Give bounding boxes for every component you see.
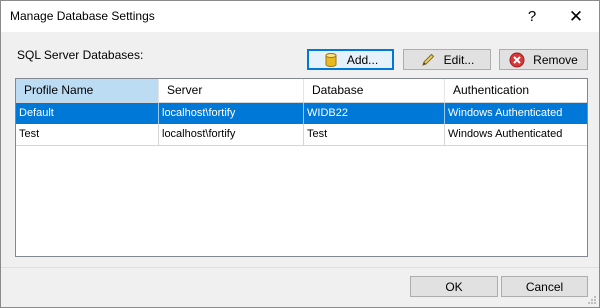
cell-server: localhost\fortify (159, 124, 304, 145)
add-button[interactable]: Add... (307, 49, 394, 70)
window-title: Manage Database Settings (10, 9, 155, 23)
column-header-server[interactable]: Server (159, 79, 304, 102)
edit-button[interactable]: Edit... (403, 49, 491, 70)
table-row[interactable]: Default localhost\fortify WIDB22 Windows… (16, 103, 587, 124)
close-button[interactable]: ✕ (554, 1, 598, 32)
database-cylinder-icon (323, 52, 339, 68)
pencil-icon (420, 52, 436, 68)
cell-profile-name: Test (16, 124, 159, 145)
column-header-profile-name[interactable]: Profile Name (16, 79, 159, 102)
cell-profile-name: Default (16, 103, 159, 124)
cell-server: localhost\fortify (159, 103, 304, 124)
title-bar: Manage Database Settings ? ✕ (1, 1, 599, 32)
dialog-window: Manage Database Settings ? ✕ SQL Server … (0, 0, 600, 308)
remove-button-label: Remove (533, 52, 578, 67)
grid-header: Profile Name Server Database Authenticat… (16, 79, 587, 103)
database-grid[interactable]: Profile Name Server Database Authenticat… (15, 78, 588, 257)
help-button[interactable]: ? (510, 1, 554, 32)
add-button-label: Add... (346, 52, 379, 67)
edit-button-label: Edit... (443, 52, 475, 67)
remove-x-circle-icon (509, 52, 525, 68)
column-header-database[interactable]: Database (304, 79, 445, 102)
cell-database: WIDB22 (304, 103, 445, 124)
cell-database: Test (304, 124, 445, 145)
cell-authentication: Windows Authenticated (448, 107, 563, 119)
remove-button[interactable]: Remove (499, 49, 588, 70)
ok-button[interactable]: OK (410, 276, 498, 297)
cell-authentication: Windows Authenticated (448, 128, 563, 140)
resize-grip-icon[interactable] (587, 295, 597, 305)
footer-divider (1, 267, 599, 268)
cancel-button[interactable]: Cancel (501, 276, 588, 297)
column-header-authentication[interactable]: Authentication (445, 79, 587, 102)
section-label: SQL Server Databases: (17, 48, 144, 62)
table-row[interactable]: Test localhost\fortify Test Windows Auth… (16, 124, 587, 146)
